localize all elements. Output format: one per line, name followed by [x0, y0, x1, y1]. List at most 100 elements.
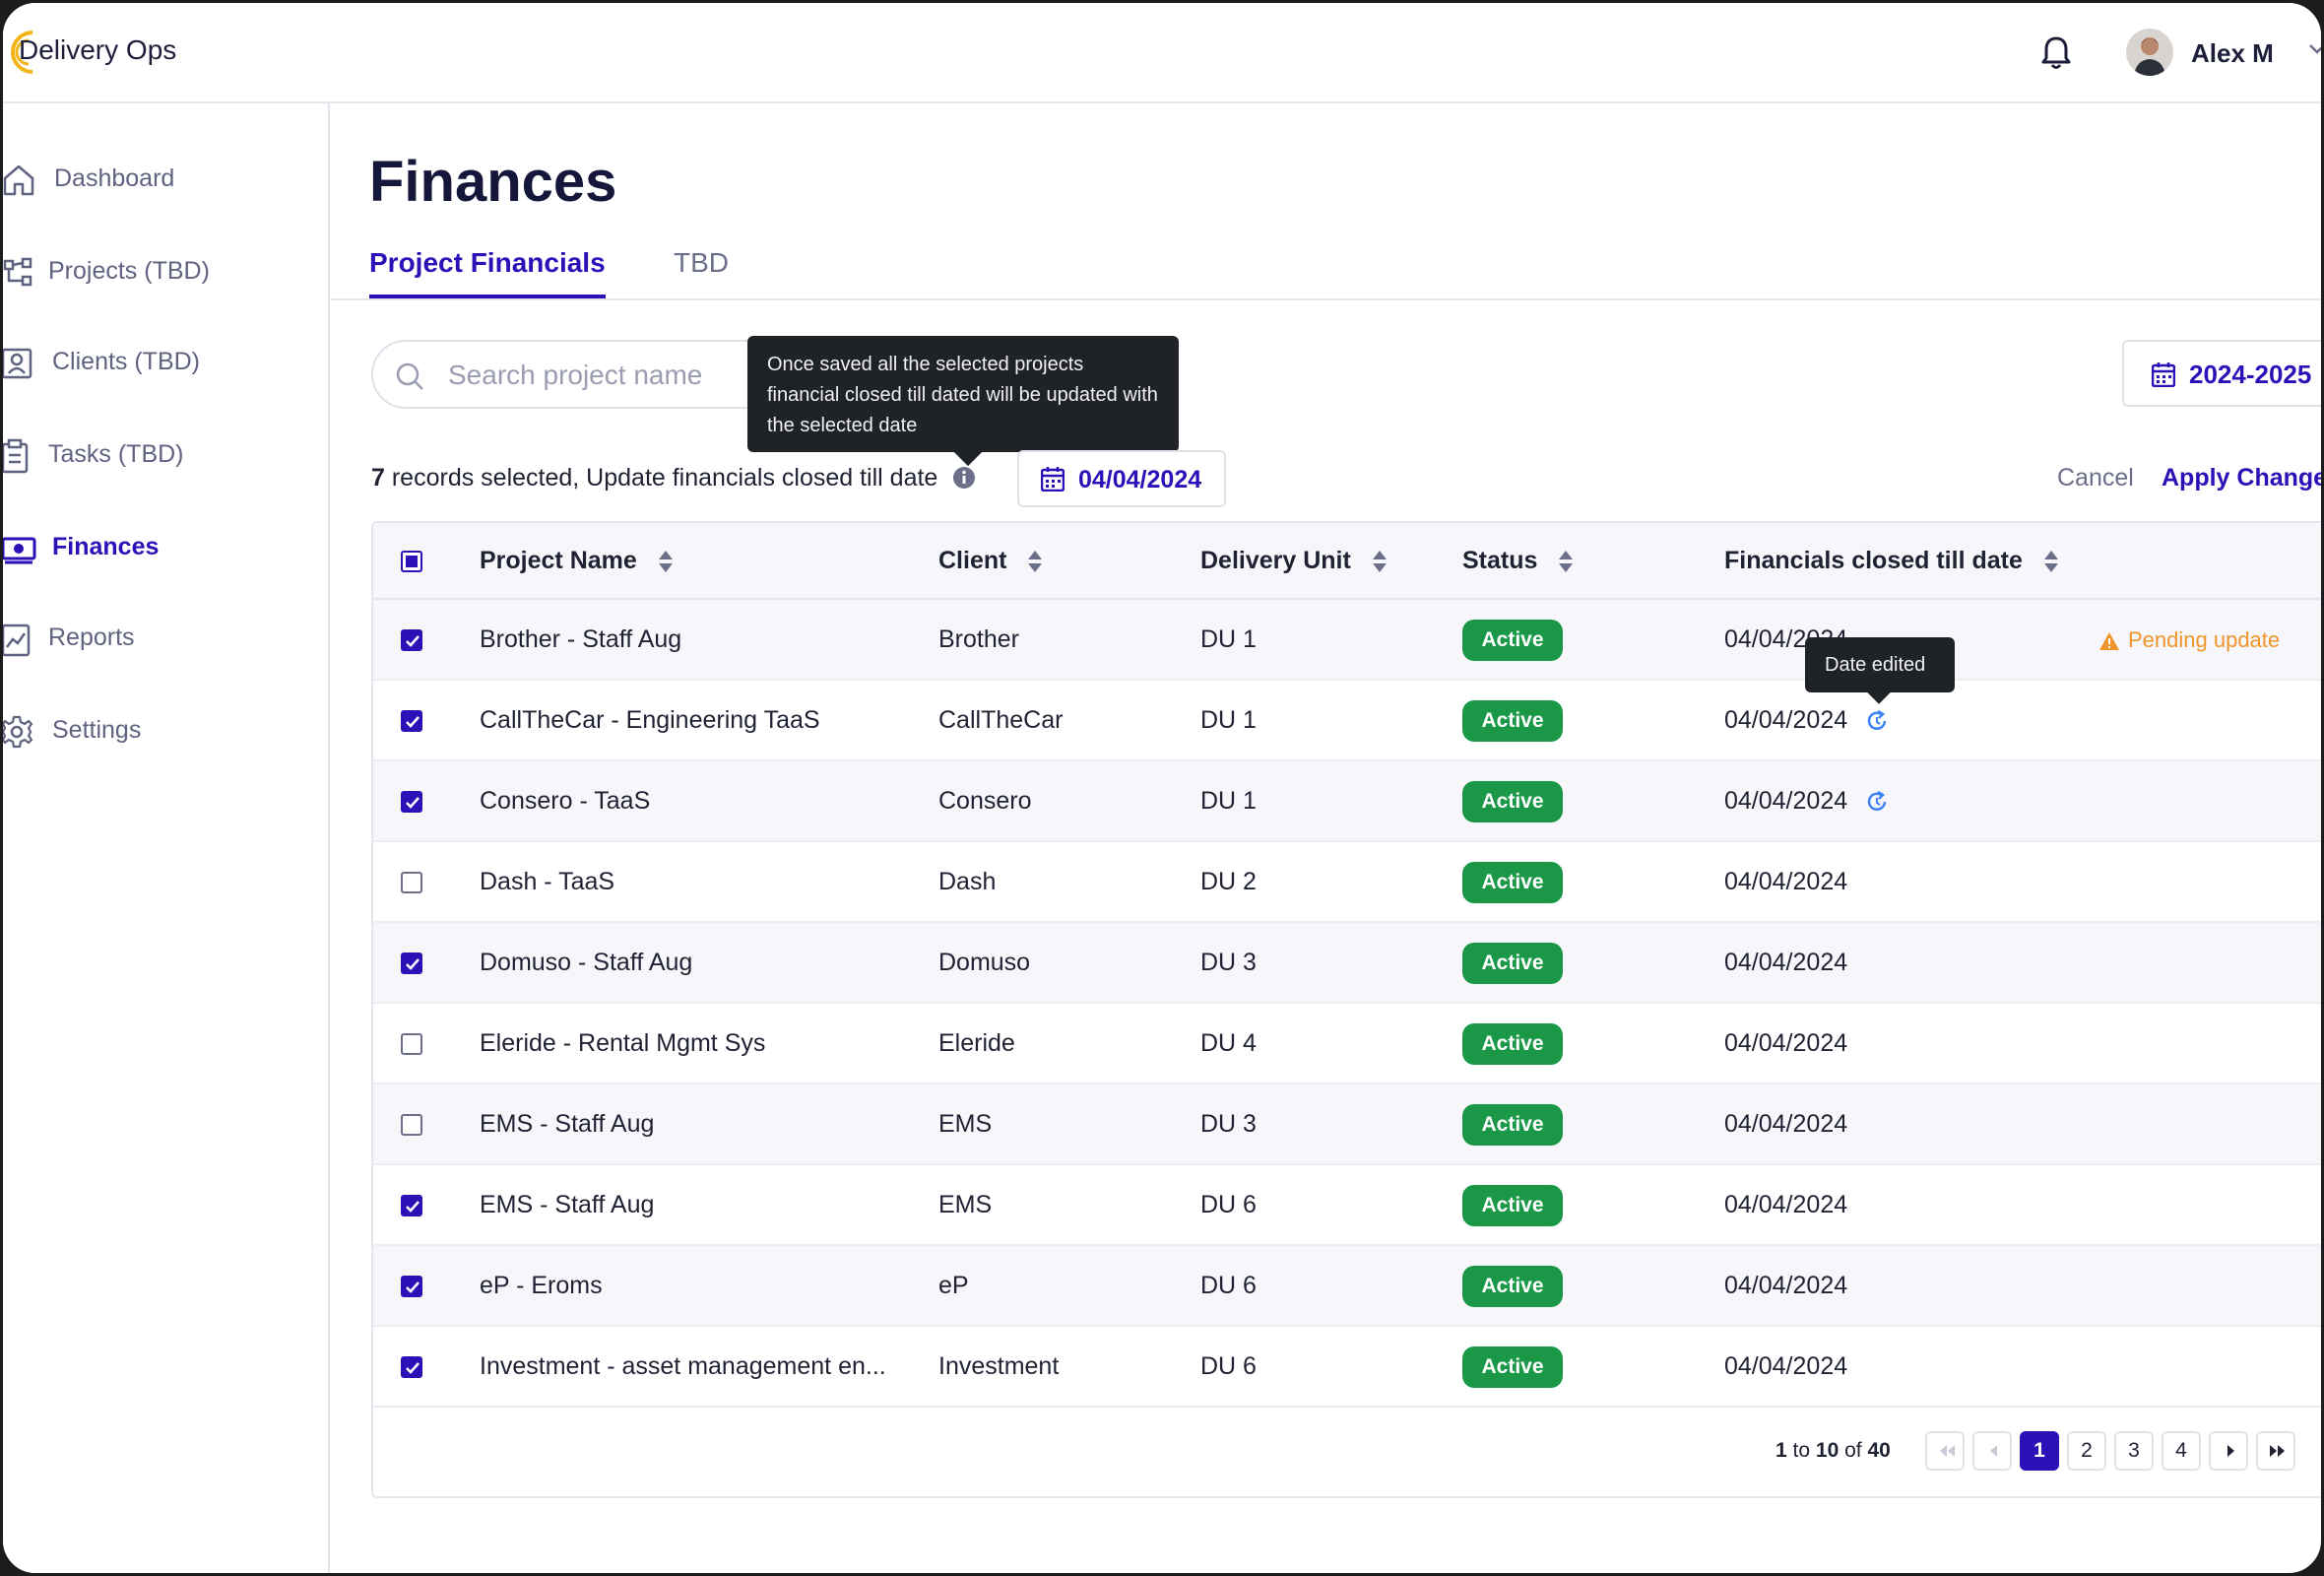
status-badge: Active: [1462, 1346, 1563, 1388]
avatar[interactable]: [2126, 29, 2173, 76]
client-cell: CallTheCar: [938, 706, 1064, 734]
closed-date-cell: 04/04/2024: [1724, 1029, 1848, 1057]
search-box[interactable]: [371, 340, 785, 409]
tab-project-financials[interactable]: Project Financials: [369, 247, 606, 298]
sidebar-item-label: Reports: [48, 624, 135, 651]
column-header-project[interactable]: Project Name: [480, 547, 674, 575]
financials-table: Project Name Client Delivery Unit Status…: [371, 521, 2321, 1498]
app-name: Delivery Ops: [19, 34, 177, 65]
row-checkbox[interactable]: [401, 1356, 422, 1378]
table-row[interactable]: Investment - asset management en... Inve…: [373, 1327, 2321, 1408]
info-icon[interactable]: [952, 466, 976, 490]
sort-icon[interactable]: [1558, 549, 1574, 574]
sidebar-item-label: Dashboard: [54, 164, 175, 192]
closed-date-cell: 04/04/2024: [1724, 1352, 1848, 1380]
apply-changes-button[interactable]: Apply Changes: [2162, 464, 2321, 492]
closed-date-value: 04/04/2024: [1078, 466, 1202, 493]
sidebar-item-reports[interactable]: Reports: [3, 608, 328, 667]
page-button-4[interactable]: 4: [2162, 1431, 2201, 1471]
page-button-2[interactable]: 2: [2067, 1431, 2106, 1471]
table-row[interactable]: Brother - Staff Aug Brother DU 1 Active …: [373, 600, 2321, 681]
row-checkbox[interactable]: [401, 872, 422, 893]
table-row[interactable]: Dash - TaaS Dash DU 2 Active 04/04/2024: [373, 842, 2321, 923]
first-page-button[interactable]: [1925, 1431, 1965, 1471]
table-row[interactable]: eP - Eroms eP DU 6 Active 04/04/2024: [373, 1246, 2321, 1327]
fiscal-year-picker[interactable]: 2024-2025: [2122, 340, 2321, 407]
previous-page-button[interactable]: [1972, 1431, 2012, 1471]
row-checkbox[interactable]: [401, 952, 422, 974]
date-edited-icon[interactable]: [1864, 708, 1890, 734]
tab-tbd[interactable]: TBD: [674, 247, 729, 295]
delivery-unit-cell: DU 6: [1200, 1272, 1257, 1299]
row-checkbox[interactable]: [401, 1114, 422, 1136]
table-row[interactable]: EMS - Staff Aug EMS DU 6 Active 04/04/20…: [373, 1165, 2321, 1246]
sort-icon[interactable]: [1027, 549, 1043, 574]
double-chevron-right-icon: [2270, 1445, 2285, 1457]
user-name[interactable]: Alex M: [2191, 38, 2274, 69]
pending-update-label: Pending update: [2098, 627, 2280, 653]
column-header-status[interactable]: Status: [1462, 547, 1574, 575]
row-checkbox[interactable]: [401, 1033, 422, 1055]
sidebar-item-dashboard[interactable]: Dashboard: [3, 149, 328, 208]
delivery-unit-cell: DU 1: [1200, 706, 1257, 734]
status-badge: Active: [1462, 943, 1563, 984]
info-tooltip-text: Once saved all the selected projects fin…: [767, 354, 1158, 436]
closed-date-cell: 04/04/2024: [1724, 1191, 1848, 1218]
sidebar-item-clients[interactable]: Clients (TBD): [3, 332, 328, 391]
closed-date-cell: 04/04/2024: [1724, 1272, 1848, 1299]
cancel-button[interactable]: Cancel: [2057, 464, 2134, 492]
row-checkbox[interactable]: [401, 710, 422, 732]
page-button-3[interactable]: 3: [2114, 1431, 2154, 1471]
row-checkbox[interactable]: [401, 1195, 422, 1216]
page-button-1[interactable]: 1: [2020, 1431, 2059, 1471]
selection-message: records selected, Update financials clos…: [391, 464, 938, 492]
sidebar-item-tasks[interactable]: Tasks (TBD): [3, 425, 328, 484]
row-checkbox[interactable]: [401, 1276, 422, 1297]
next-page-button[interactable]: [2209, 1431, 2248, 1471]
client-cell: Brother: [938, 625, 1019, 653]
table-row[interactable]: Domuso - Staff Aug Domuso DU 3 Active 04…: [373, 923, 2321, 1004]
notification-bell-icon[interactable]: [2039, 34, 2073, 72]
status-badge: Active: [1462, 1185, 1563, 1226]
closed-date-picker[interactable]: 04/04/2024: [1017, 450, 1226, 507]
closed-date-cell: 04/04/2024: [1724, 706, 1848, 734]
sort-icon[interactable]: [658, 549, 674, 574]
last-page-button[interactable]: [2256, 1431, 2295, 1471]
column-header-label: Project Name: [480, 547, 637, 574]
chevron-down-icon[interactable]: [2307, 42, 2324, 56]
column-header-label: Client: [938, 547, 1007, 574]
delivery-unit-cell: DU 3: [1200, 949, 1257, 976]
row-checkbox[interactable]: [401, 629, 422, 651]
table-header: Project Name Client Delivery Unit Status…: [373, 523, 2321, 600]
table-row[interactable]: CallTheCar - Engineering TaaS CallTheCar…: [373, 681, 2321, 761]
status-badge: Active: [1462, 1104, 1563, 1146]
sidebar-item-projects[interactable]: Projects (TBD): [3, 241, 328, 300]
select-all-checkbox[interactable]: [401, 551, 422, 572]
column-header-delivery-unit[interactable]: Delivery Unit: [1200, 547, 1388, 575]
sort-icon[interactable]: [1372, 549, 1388, 574]
table-row[interactable]: EMS - Staff Aug EMS DU 3 Active 04/04/20…: [373, 1084, 2321, 1165]
delivery-unit-cell: DU 6: [1200, 1191, 1257, 1218]
clipboard-icon: [3, 438, 29, 474]
status-badge: Active: [1462, 781, 1563, 822]
sidebar-item-finances[interactable]: Finances: [3, 517, 328, 576]
sidebar: Dashboard Projects (TBD) Clients (TBD) T…: [3, 103, 330, 1573]
user-photo-icon: [2134, 37, 2165, 76]
project-name-cell: eP - Eroms: [480, 1272, 603, 1299]
sidebar-item-settings[interactable]: Settings: [3, 700, 328, 759]
status-badge: Active: [1462, 620, 1563, 661]
table-row[interactable]: Consero - TaaS Consero DU 1 Active 04/04…: [373, 761, 2321, 842]
date-edited-icon[interactable]: [1864, 789, 1890, 815]
double-chevron-left-icon: [1940, 1445, 1955, 1457]
project-tree-icon: [3, 257, 32, 287]
column-header-closed-date[interactable]: Financials closed till date: [1724, 547, 2059, 575]
search-input[interactable]: [448, 356, 763, 395]
sort-icon[interactable]: [2043, 549, 2059, 574]
row-checkbox[interactable]: [401, 791, 422, 813]
project-name-cell: Dash - TaaS: [480, 868, 615, 895]
table-row[interactable]: Eleride - Rental Mgmt Sys Eleride DU 4 A…: [373, 1004, 2321, 1084]
client-cell: eP: [938, 1272, 969, 1299]
column-header-client[interactable]: Client: [938, 547, 1043, 575]
delivery-unit-cell: DU 4: [1200, 1029, 1257, 1057]
calendar-icon: [2152, 362, 2175, 387]
